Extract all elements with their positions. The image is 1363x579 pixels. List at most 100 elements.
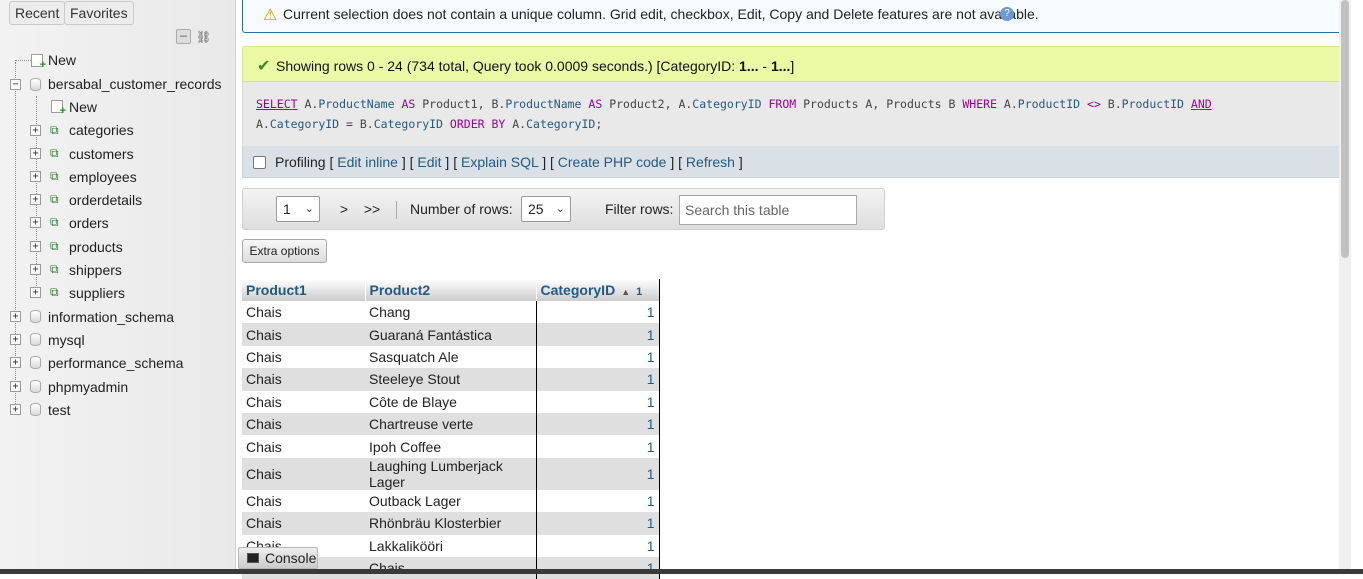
table-row[interactable]: Chais Steeleye Stout 1 — [242, 368, 660, 391]
cell-categoryid[interactable]: 1 — [535, 435, 660, 458]
vertical-scrollbar[interactable] — [1339, 0, 1351, 570]
cell-product1[interactable]: Chais — [242, 512, 365, 535]
tree-table-categories[interactable]: categories — [69, 120, 134, 140]
cell-categoryid[interactable]: 1 — [535, 368, 660, 391]
edit-link[interactable]: Edit — [417, 154, 441, 170]
table-row[interactable]: Chais Sasquatch Ale 1 — [242, 345, 660, 369]
refresh-link[interactable]: Refresh — [686, 154, 735, 170]
profiling-checkbox[interactable] — [253, 156, 266, 169]
next-page-button[interactable]: > — [333, 197, 355, 221]
cell-product1[interactable]: Chais — [242, 345, 365, 369]
cell-categoryid[interactable]: 1 — [535, 512, 660, 535]
cell-product2[interactable]: Lakkalikööri — [365, 534, 536, 557]
tree-database-test[interactable]: test — [48, 400, 71, 420]
table-row[interactable]: Chais Côte de Blaye 1 — [242, 390, 660, 413]
column-header-categoryid[interactable]: CategoryID ▲ 1 — [535, 279, 660, 301]
cell-categoryid[interactable]: 1 — [535, 301, 660, 324]
cell-product1[interactable]: Chais — [242, 412, 365, 436]
cell-categoryid[interactable]: 1 — [535, 412, 660, 436]
filter-rows-input[interactable] — [679, 195, 857, 225]
cell-product1[interactable]: Chais — [242, 435, 365, 458]
cell-product1[interactable]: Chais — [242, 489, 365, 513]
cell-product2[interactable]: Laughing Lumberjack Lager — [365, 457, 536, 490]
cell-product2[interactable]: Chang — [365, 301, 536, 324]
extra-options-button[interactable]: Extra options — [242, 239, 327, 263]
cell-product2[interactable]: Rhönbräu Klosterbier — [365, 512, 536, 535]
cell-product1[interactable]: Chais — [242, 457, 365, 490]
cell-product1[interactable]: Chais — [242, 390, 365, 413]
cell-product2[interactable]: Ipoh Coffee — [365, 435, 536, 458]
tree-table-shippers[interactable]: shippers — [69, 260, 122, 280]
cell-categoryid[interactable]: 1 — [535, 556, 660, 579]
table-row[interactable]: Chais Laughing Lumberjack Lager 1 — [242, 457, 660, 490]
table-row[interactable]: Chais Chang 1 — [242, 301, 660, 324]
cell-categoryid[interactable]: 1 — [535, 345, 660, 369]
expand-icon[interactable]: + — [30, 217, 41, 228]
recent-button[interactable]: Recent — [9, 1, 66, 25]
collapse-all-icon[interactable]: – — [176, 29, 191, 44]
edit-inline-link[interactable]: Edit inline — [337, 154, 398, 170]
table-structure-icon[interactable]: ⧉ — [50, 147, 63, 160]
console-toggle-button[interactable]: Console — [238, 547, 318, 569]
table-structure-icon[interactable]: ⧉ — [50, 263, 63, 276]
cell-product1[interactable]: Chais — [242, 368, 365, 391]
last-page-button[interactable]: >> — [358, 197, 386, 221]
scrollbar-thumb[interactable] — [1341, 0, 1349, 258]
table-row[interactable]: Chais Rhönbräu Klosterbier 1 — [242, 512, 660, 535]
tree-new-database[interactable]: New — [48, 50, 76, 70]
expand-icon[interactable]: + — [30, 287, 41, 298]
cell-categoryid[interactable]: 1 — [535, 534, 660, 557]
cell-product2[interactable]: Sasquatch Ale — [365, 345, 536, 369]
favorites-button[interactable]: Favorites — [64, 1, 134, 25]
table-structure-icon[interactable]: ⧉ — [50, 286, 63, 299]
expand-icon[interactable]: + — [10, 357, 21, 368]
tree-table-orders[interactable]: orders — [69, 213, 109, 233]
help-icon[interactable]: ? — [1000, 7, 1014, 21]
tree-database-mysql[interactable]: mysql — [48, 330, 85, 350]
link-with-main-panel-icon[interactable]: ⛓ — [196, 30, 212, 44]
tree-new-table[interactable]: New — [69, 97, 97, 117]
cell-product2[interactable]: Chartreuse verte — [365, 412, 536, 436]
tree-table-employees[interactable]: employees — [69, 167, 137, 187]
table-row[interactable]: Chais Guaraná Fantástica 1 — [242, 323, 660, 346]
table-structure-icon[interactable]: ⧉ — [50, 124, 63, 137]
cell-product2[interactable]: Guaraná Fantástica — [365, 323, 536, 346]
cell-categoryid[interactable]: 1 — [535, 390, 660, 413]
table-row[interactable]: Chais Chartreuse verte 1 — [242, 412, 660, 436]
tree-table-customers[interactable]: customers — [69, 144, 134, 164]
collapse-icon[interactable]: − — [10, 79, 21, 90]
table-structure-icon[interactable]: ⧉ — [50, 240, 63, 253]
expand-icon[interactable]: + — [10, 311, 21, 322]
expand-icon[interactable]: + — [30, 264, 41, 275]
expand-icon[interactable]: + — [10, 404, 21, 415]
table-structure-icon[interactable]: ⧉ — [50, 170, 63, 183]
cell-product2[interactable]: Outback Lager — [365, 489, 536, 513]
tree-database-information-schema[interactable]: information_schema — [48, 307, 174, 327]
tree-database-phpmyadmin[interactable]: phpmyadmin — [48, 377, 128, 397]
tree-database-bersabal[interactable]: bersabal_customer_records — [48, 74, 222, 94]
create-php-code-link[interactable]: Create PHP code — [558, 154, 667, 170]
cell-categoryid[interactable]: 1 — [535, 323, 660, 346]
expand-icon[interactable]: + — [30, 171, 41, 182]
cell-product1[interactable]: Chais — [242, 323, 365, 346]
cell-product2[interactable]: Steeleye Stout — [365, 368, 536, 391]
expand-icon[interactable]: + — [30, 125, 41, 136]
tree-table-products[interactable]: products — [69, 237, 123, 257]
column-header-product1[interactable]: Product1 — [242, 279, 366, 301]
cell-product1[interactable]: Chais — [242, 301, 365, 324]
expand-icon[interactable]: + — [30, 194, 41, 205]
cell-product2[interactable]: Chais — [365, 556, 536, 579]
column-header-product2[interactable]: Product2 — [365, 279, 537, 301]
table-row[interactable]: Chais Outback Lager 1 — [242, 489, 660, 513]
tree-database-performance-schema[interactable]: performance_schema — [48, 353, 183, 373]
cell-product2[interactable]: Côte de Blaye — [365, 390, 536, 413]
explain-sql-link[interactable]: Explain SQL — [461, 154, 538, 170]
table-row[interactable]: Chais Ipoh Coffee 1 — [242, 435, 660, 458]
cell-categoryid[interactable]: 1 — [535, 489, 660, 513]
rows-per-page-select[interactable]: 25 ⌄ — [521, 196, 571, 222]
expand-icon[interactable]: + — [10, 381, 21, 392]
expand-icon[interactable]: + — [30, 241, 41, 252]
expand-icon[interactable]: + — [10, 334, 21, 345]
tree-table-suppliers[interactable]: suppliers — [69, 283, 125, 303]
table-structure-icon[interactable]: ⧉ — [50, 193, 63, 206]
